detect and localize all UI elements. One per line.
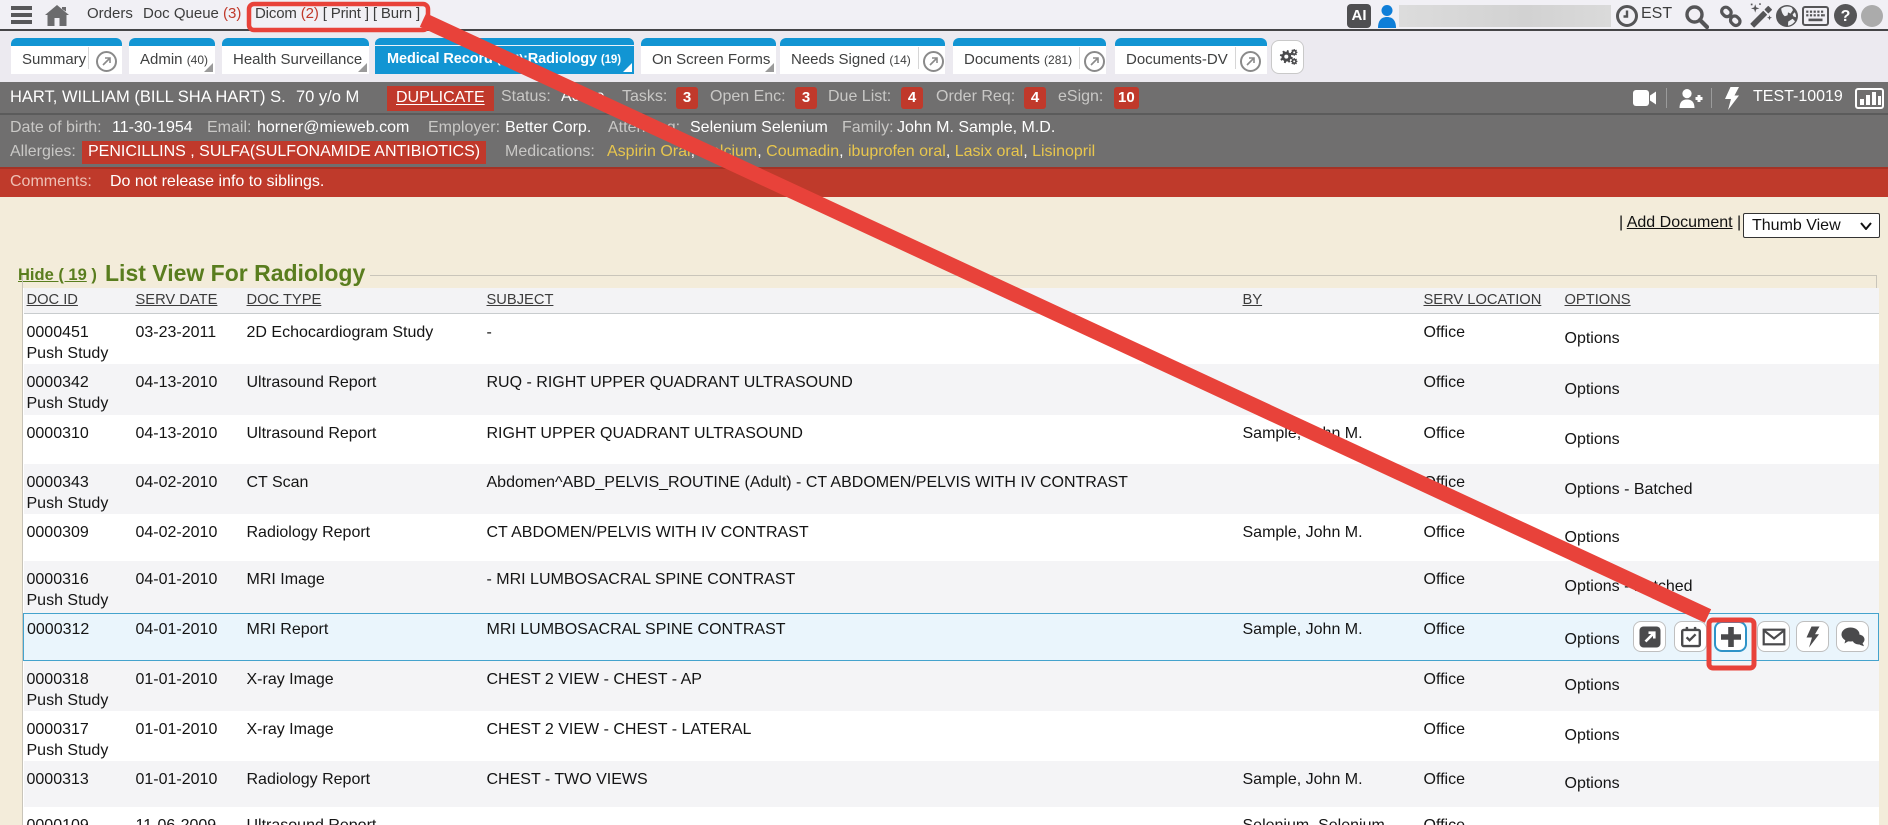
- svg-text:?: ?: [1841, 8, 1851, 25]
